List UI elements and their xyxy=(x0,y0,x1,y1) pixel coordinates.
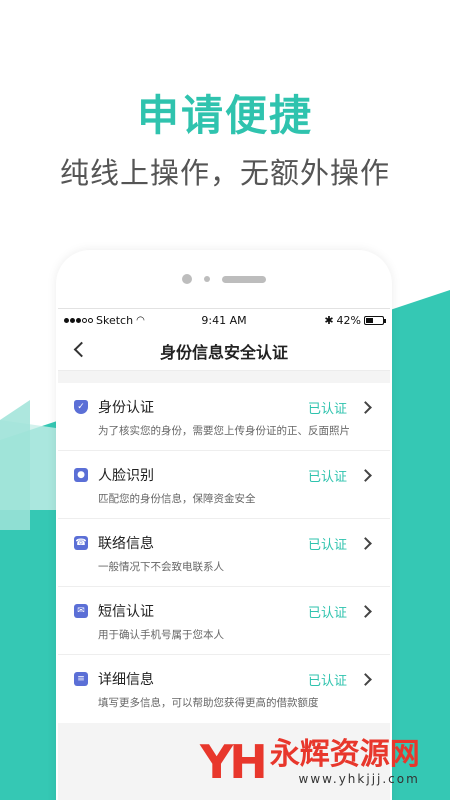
status-time: 9:41 AM xyxy=(201,313,247,327)
item-description: 一般情况下不会致电联系人 xyxy=(98,561,224,573)
chevron-right-icon xyxy=(359,604,372,618)
phone-icon: ☎ xyxy=(74,536,88,550)
watermark: YH 永辉资源网 www.yhkjjj.com xyxy=(200,735,420,789)
shield-icon: ✓ xyxy=(74,400,88,414)
chevron-right-icon xyxy=(359,468,372,482)
list-item-face[interactable]: ● 人脸识别 已认证 匹配您的身份信息，保障资金安全 xyxy=(58,451,390,519)
watermark-url: www.yhkjjj.com xyxy=(298,772,420,786)
item-title: 身份认证 xyxy=(98,400,154,416)
phone-screen: Sketch ◠ 9:41 AM ✱ 42% 身份信息安全认证 ✓ 身份认证 已… xyxy=(58,308,390,800)
face-icon: ● xyxy=(74,468,88,482)
item-description: 用于确认手机号属于您本人 xyxy=(98,629,224,641)
item-title: 详细信息 xyxy=(98,672,154,688)
item-title: 人脸识别 xyxy=(98,468,154,484)
phone-frame: Sketch ◠ 9:41 AM ✱ 42% 身份信息安全认证 ✓ 身份认证 已… xyxy=(56,250,392,800)
status-badge: 已认证 xyxy=(307,673,347,689)
document-icon: ≡ xyxy=(74,672,88,686)
list-item-identity[interactable]: ✓ 身份认证 已认证 为了核实您的身份，需要您上传身份证的正、反面照片 xyxy=(58,383,390,451)
list-item-details[interactable]: ≡ 详细信息 已认证 填写更多信息，可以帮助您获得更高的借款额度 xyxy=(58,655,390,723)
chevron-right-icon xyxy=(359,400,372,414)
bluetooth-icon: ✱ xyxy=(324,313,334,327)
status-badge: 已认证 xyxy=(307,401,347,417)
page-title: 身份信息安全认证 xyxy=(159,342,288,362)
verification-list: ✓ 身份认证 已认证 为了核实您的身份，需要您上传身份证的正、反面照片 ● 人脸… xyxy=(58,383,390,723)
phone-top-bezel xyxy=(56,250,392,308)
list-item-sms[interactable]: ✉ 短信认证 已认证 用于确认手机号属于您本人 xyxy=(58,587,390,655)
carrier-label: Sketch xyxy=(96,313,134,327)
speaker-icon xyxy=(222,275,266,283)
chevron-right-icon xyxy=(359,672,372,686)
battery-percent: 42% xyxy=(336,313,361,327)
status-badge: 已认证 xyxy=(307,605,347,621)
battery-icon xyxy=(364,315,386,325)
item-description: 填写更多信息，可以帮助您获得更高的借款额度 xyxy=(98,697,319,709)
nav-bar: 身份信息安全认证 xyxy=(58,331,390,371)
sensor-icon xyxy=(204,276,210,282)
status-badge: 已认证 xyxy=(307,469,347,485)
background-accent-shape xyxy=(0,400,30,530)
watermark-name: 永辉资源网 xyxy=(269,737,420,772)
item-description: 匹配您的身份信息，保障资金安全 xyxy=(98,493,256,505)
chevron-right-icon xyxy=(359,536,372,550)
item-description: 为了核实您的身份，需要您上传身份证的正、反面照片 xyxy=(98,425,350,437)
list-item-contacts[interactable]: ☎ 联络信息 已认证 一般情况下不会致电联系人 xyxy=(58,519,390,587)
mail-icon: ✉ xyxy=(74,604,88,618)
subheadline: 纯线上操作，无额外操作 xyxy=(59,156,390,190)
item-title: 联络信息 xyxy=(98,536,154,552)
headline: 申请便捷 xyxy=(136,91,313,140)
watermark-logo: YH xyxy=(200,735,268,789)
status-bar: Sketch ◠ 9:41 AM ✱ 42% xyxy=(58,309,390,331)
signal-icon xyxy=(64,317,93,323)
item-title: 短信认证 xyxy=(98,604,154,620)
status-badge: 已认证 xyxy=(307,537,347,553)
wifi-icon: ◠ xyxy=(136,314,145,326)
camera-icon xyxy=(182,274,192,284)
